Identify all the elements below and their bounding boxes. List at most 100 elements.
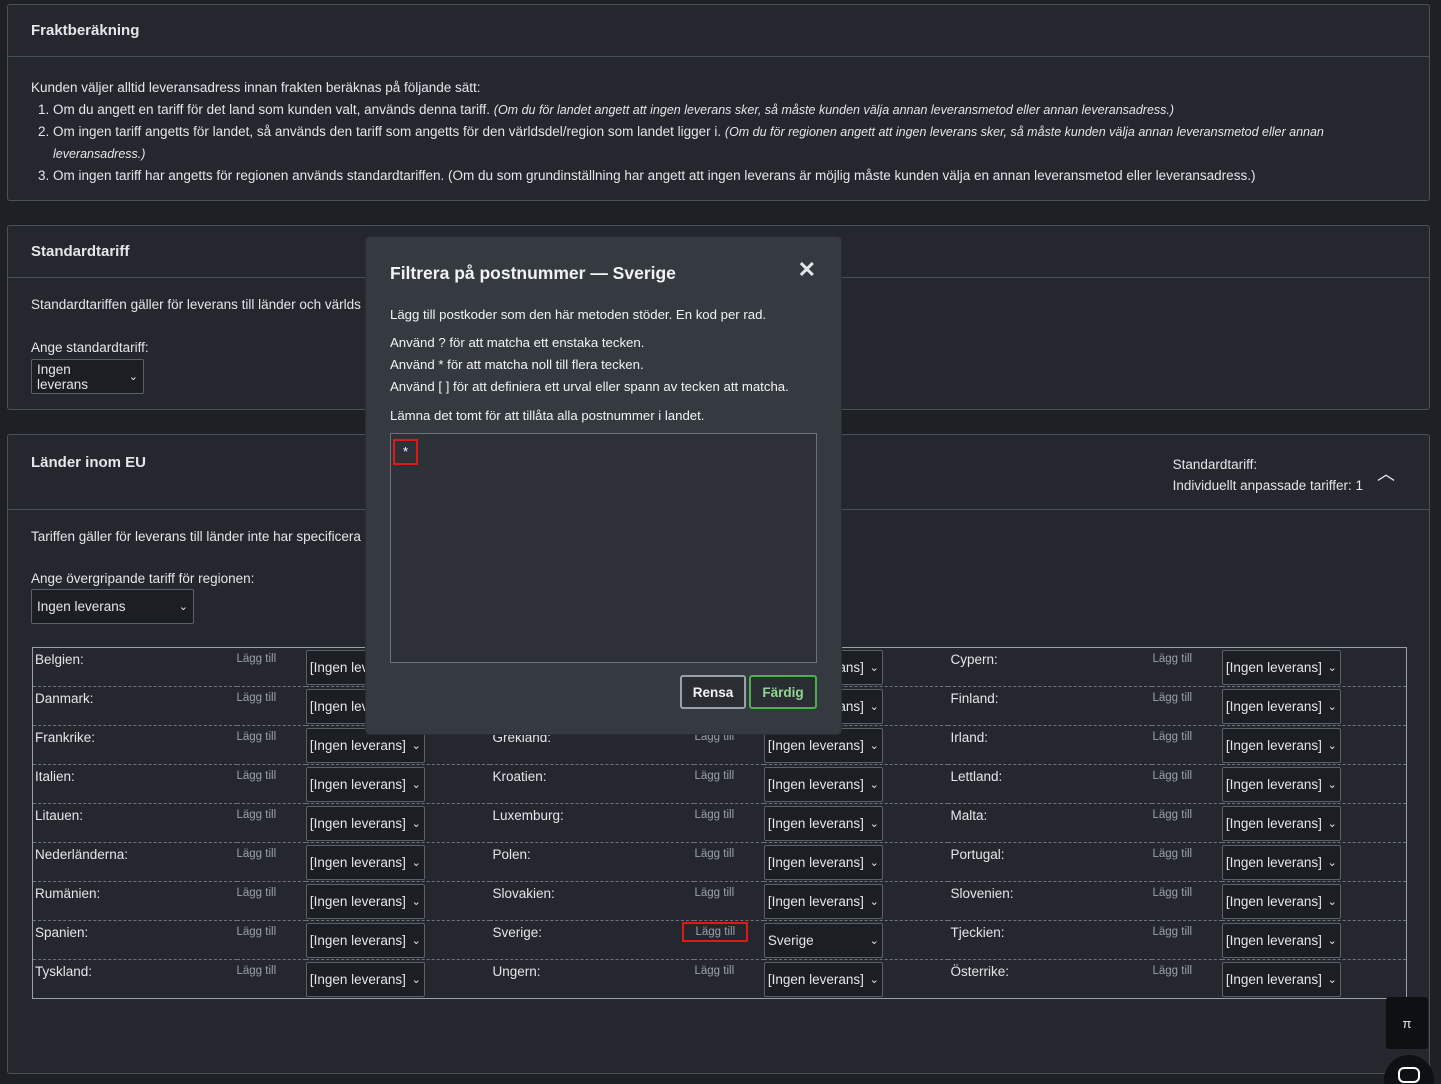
done-button[interactable]: Färdig	[749, 675, 817, 709]
country-tariff-select[interactable]: [Ingen leverans] ⌄	[1221, 962, 1341, 997]
add-postcode-link[interactable]: Lägg till	[1152, 881, 1222, 921]
add-postcode-link[interactable]: Lägg till	[236, 725, 306, 765]
tariff-value: [Ingen leverans]	[1225, 933, 1322, 948]
country-tariff-select[interactable]: [Ingen leverans] ⌄	[1221, 884, 1341, 919]
tariff-value: [Ingen leverans]	[1225, 972, 1322, 987]
clear-button[interactable]: Rensa	[680, 675, 746, 709]
country-name: Irland:	[948, 725, 1153, 765]
country-tariff-select[interactable]: [Ingen leverans] ⌄	[305, 884, 425, 919]
chevron-down-icon: ⌄	[411, 740, 421, 752]
chat-icon	[1398, 1067, 1420, 1083]
postcode-textarea[interactable]	[390, 433, 817, 663]
country-tariff-select[interactable]: [Ingen leverans] ⌄	[1221, 689, 1341, 724]
country-name: Polen:	[490, 842, 695, 882]
add-label: Lägg till	[1152, 653, 1193, 665]
country-name: Sverige:	[490, 920, 695, 960]
table-row: Litauen: Lägg till [Ingen leverans] ⌄ Luxemb…	[32, 803, 1407, 843]
country-tariff-select[interactable]: [Ingen leverans] ⌄	[1221, 845, 1341, 880]
chevron-down-icon: ⌄	[869, 740, 879, 752]
add-label: Lägg till	[682, 922, 749, 942]
modal-line-1: Lägg till postkoder som den här metoden …	[390, 307, 767, 322]
add-label: Lägg till	[236, 653, 277, 665]
add-postcode-link[interactable]: Lägg till	[236, 881, 306, 921]
table-row: Italien: Lägg till [Ingen leverans] ⌄ Kroati…	[32, 764, 1407, 804]
add-label: Lägg till	[1152, 770, 1193, 782]
add-postcode-link[interactable]: Lägg till	[694, 881, 764, 921]
country-name: Cypern:	[948, 647, 1153, 687]
add-postcode-link[interactable]: Lägg till	[236, 803, 306, 843]
modal-line-4: Använd [ ] för att definiera ett urval e…	[390, 379, 789, 394]
add-postcode-link[interactable]: Lägg till	[1152, 842, 1222, 882]
tariff-value: [Ingen leverans]	[309, 777, 406, 792]
add-postcode-link[interactable]: Lägg till	[694, 959, 764, 999]
tariff-value: [Ingen leverans]	[767, 855, 864, 870]
add-label: Lägg till	[694, 965, 735, 977]
close-icon[interactable]: ✕	[798, 257, 816, 283]
tariff-value: [Ingen leverans]	[309, 738, 406, 753]
tariff-value: [Ingen leverans]	[1225, 738, 1322, 753]
eu-region-select[interactable]: Ingen leverans ⌄	[31, 589, 194, 624]
country-tariff-select[interactable]: [Ingen leverans] ⌄	[763, 806, 883, 841]
tariff-value: [Ingen leverans]	[1225, 816, 1322, 831]
country-tariff-select[interactable]: [Ingen leverans] ⌄	[1221, 728, 1341, 763]
add-label: Lägg till	[236, 731, 277, 743]
add-postcode-link[interactable]: Lägg till	[1152, 686, 1222, 726]
country-tariff-select[interactable]: [Ingen leverans] ⌄	[305, 767, 425, 802]
country-tariff-select[interactable]: [Ingen leverans] ⌄	[763, 767, 883, 802]
country-name: Luxemburg:	[490, 803, 695, 843]
add-postcode-link[interactable]: Lägg till	[236, 764, 306, 804]
tariff-value: [Ingen leverans]	[767, 816, 864, 831]
country-tariff-select[interactable]: [Ingen leverans] ⌄	[1221, 806, 1341, 841]
add-postcode-link[interactable]: Lägg till	[236, 920, 306, 960]
add-postcode-link[interactable]: Lägg till	[236, 842, 306, 882]
chevron-down-icon: ⌄	[411, 896, 421, 908]
country-name: Portugal:	[948, 842, 1153, 882]
add-label: Lägg till	[1152, 887, 1193, 899]
tariff-value: [Ingen leverans]	[767, 777, 864, 792]
add-postcode-link[interactable]: Lägg till	[236, 686, 306, 726]
country-name: Österrike:	[948, 959, 1153, 999]
add-postcode-link[interactable]: Lägg till	[694, 803, 764, 843]
standard-tariff-select[interactable]: Ingen leverans ⌄	[31, 359, 144, 394]
add-postcode-link[interactable]: Lägg till	[694, 764, 764, 804]
chevron-down-icon: ⌄	[869, 818, 879, 830]
add-postcode-link[interactable]: Lägg till	[1152, 920, 1222, 960]
country-tariff-select[interactable]: [Ingen leverans] ⌄	[763, 884, 883, 919]
country-tariff-select[interactable]: [Ingen leverans] ⌄	[1221, 767, 1341, 802]
tariff-value: [Ingen leverans]	[767, 738, 864, 753]
chevron-down-icon: ⌄	[869, 896, 879, 908]
add-postcode-link[interactable]: Lägg till	[1152, 725, 1222, 765]
chevron-down-icon: ⌄	[1327, 779, 1337, 791]
add-postcode-link[interactable]: Lägg till	[694, 842, 764, 882]
table-row: Tyskland: Lägg till [Ingen leverans] ⌄ Unger…	[32, 959, 1407, 999]
scroll-top-button[interactable]: π	[1386, 997, 1428, 1049]
country-tariff-select[interactable]: [Ingen leverans] ⌄	[1221, 650, 1341, 685]
add-postcode-link[interactable]: Lägg till	[1152, 647, 1222, 687]
country-tariff-select[interactable]: [Ingen leverans] ⌄	[305, 923, 425, 958]
tariff-value: [Ingen leverans]	[767, 972, 864, 987]
country-tariff-select[interactable]: Sverige ⌄	[763, 923, 883, 958]
country-name: Rumänien:	[32, 881, 237, 921]
chevron-down-icon: ⌄	[411, 818, 421, 830]
freight-panel: Fraktberäkning Kunden väljer alltid leve…	[7, 4, 1430, 201]
country-tariff-select[interactable]: [Ingen leverans] ⌄	[763, 845, 883, 880]
add-postcode-link[interactable]: Lägg till	[1152, 803, 1222, 843]
chevron-down-icon: ⌄	[1327, 740, 1337, 752]
country-tariff-select[interactable]: [Ingen leverans] ⌄	[305, 845, 425, 880]
country-tariff-select[interactable]: [Ingen leverans] ⌄	[1221, 923, 1341, 958]
chevron-down-icon: ⌄	[1327, 857, 1337, 869]
freight-rules: Om du angett en tariff för det land som …	[53, 99, 1406, 187]
add-postcode-link[interactable]: Lägg till	[682, 920, 764, 960]
modal-line-3: Använd * för att matcha noll till flera …	[390, 357, 644, 372]
country-tariff-select[interactable]: [Ingen leverans] ⌄	[763, 962, 883, 997]
add-postcode-link[interactable]: Lägg till	[1152, 764, 1222, 804]
add-postcode-link[interactable]: Lägg till	[1152, 959, 1222, 999]
country-tariff-select[interactable]: [Ingen leverans] ⌄	[305, 806, 425, 841]
add-postcode-link[interactable]: Lägg till	[236, 959, 306, 999]
chevron-down-icon: ⌄	[1327, 701, 1337, 713]
country-name: Frankrike:	[32, 725, 237, 765]
chevron-up-icon[interactable]: ︿	[1377, 464, 1395, 485]
add-postcode-link[interactable]: Lägg till	[236, 647, 306, 687]
country-tariff-select[interactable]: [Ingen leverans] ⌄	[305, 962, 425, 997]
country-name: Finland:	[948, 686, 1153, 726]
